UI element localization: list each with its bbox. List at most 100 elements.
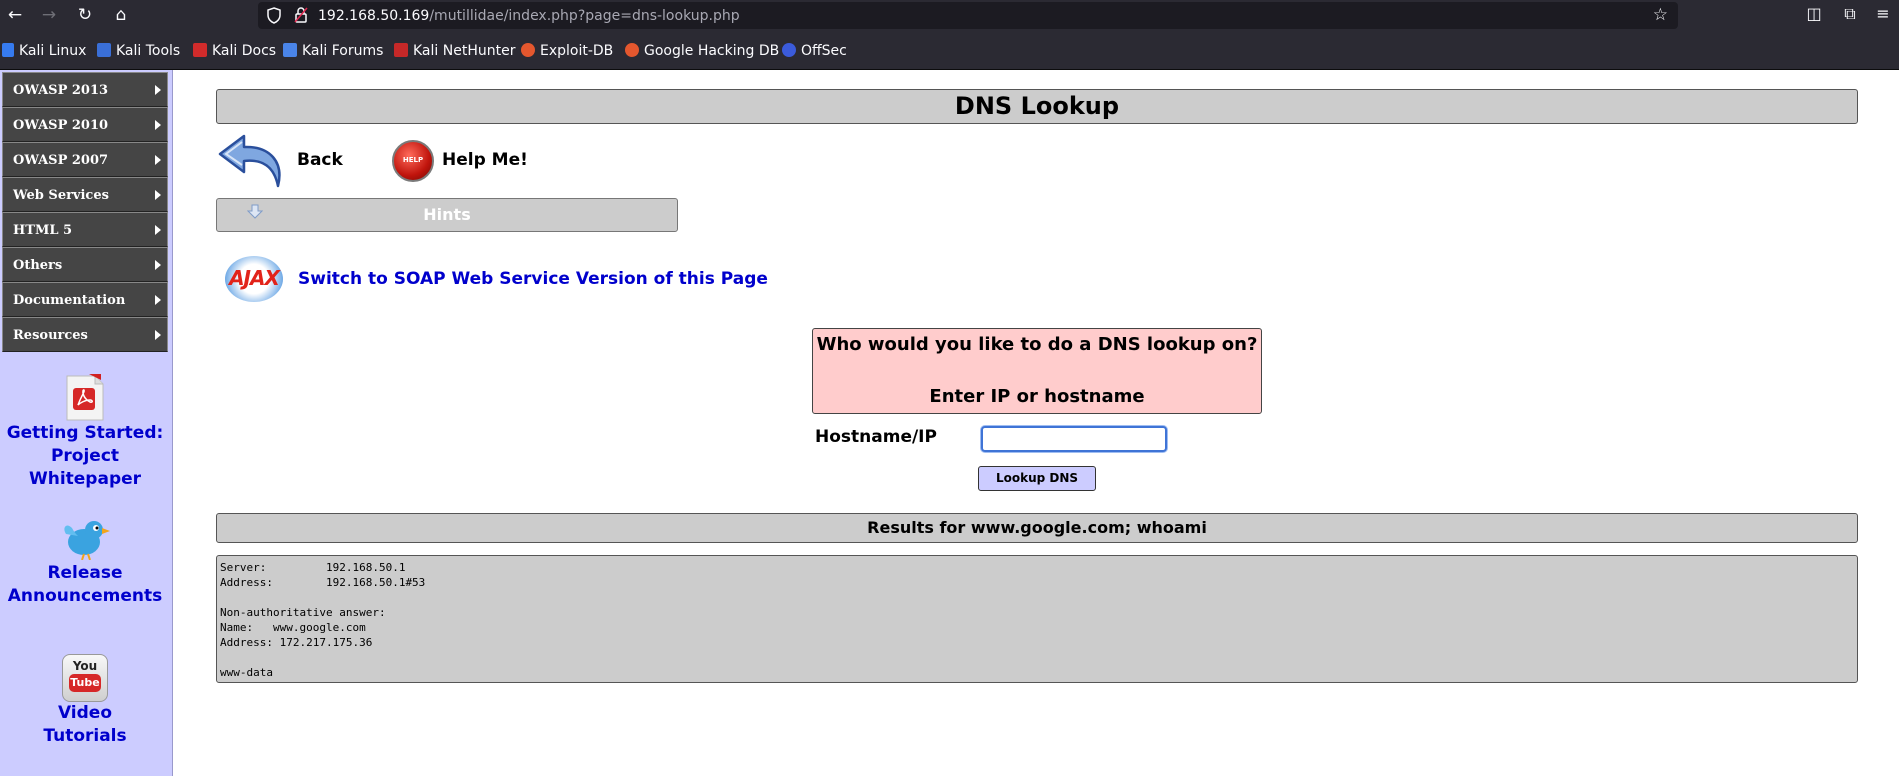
menu-item-documentation[interactable]: Documentation <box>2 282 168 317</box>
bookmark-label: Google Hacking DB <box>644 43 780 59</box>
results-title: Results for www.google.com; whoami <box>216 513 1858 543</box>
menu-item-label: HTML 5 <box>13 223 73 238</box>
whitepaper-link[interactable]: Getting Started: Project Whitepaper <box>0 422 170 491</box>
youtube-bottom-text: Tube <box>69 674 101 692</box>
bookmark-label: OffSec <box>801 43 847 59</box>
bookmark-kali-linux[interactable]: Kali Linux <box>2 42 86 60</box>
bookmark-exploit-db[interactable]: Exploit-DB <box>521 42 613 60</box>
down-arrow-icon <box>247 204 263 219</box>
video-tutorials-link[interactable]: Video Tutorials <box>0 702 170 748</box>
url-host: 192.168.50.169 <box>318 8 430 24</box>
bookmark-label: Exploit-DB <box>540 43 614 59</box>
hostname-label: Hostname/IP <box>815 427 937 447</box>
menu-item-resources[interactable]: Resources <box>2 317 168 352</box>
chevron-right-icon <box>155 225 161 235</box>
menu-item-label: OWASP 2010 <box>13 118 109 133</box>
bookmark-label: Kali Forums <box>302 43 384 59</box>
menu-item-label: Others <box>13 258 63 273</box>
help-badge-text: HELP <box>402 156 424 164</box>
whitepaper-line-1: Getting Started: <box>6 423 164 443</box>
whitepaper-line-2: Project Whitepaper <box>28 446 142 489</box>
video-line-2: Tutorials <box>43 726 127 746</box>
extensions-icon[interactable]: ⧉ <box>1839 4 1861 24</box>
release-announcements-link[interactable]: Release Announcements <box>0 562 170 608</box>
chevron-right-icon <box>155 85 161 95</box>
menu-item-owasp-2010[interactable]: OWASP 2010 <box>2 107 168 142</box>
chevron-right-icon <box>155 155 161 165</box>
hints-label: Hints <box>423 205 471 224</box>
soap-version-link[interactable]: Switch to SOAP Web Service Version of th… <box>298 269 768 289</box>
sidebar: OWASP 2013 OWASP 2010 OWASP 2007 Web Ser… <box>0 70 173 776</box>
home-icon[interactable]: ⌂ <box>110 4 132 26</box>
video-line-1: Video <box>57 703 113 723</box>
youtube-icon[interactable]: You Tube <box>62 654 108 702</box>
release-line-1: Release <box>47 563 123 583</box>
bookmarks-bar: Kali Linux Kali Tools Kali Docs Kali For… <box>0 30 1899 70</box>
address-bar[interactable]: 192.168.50.169/mutillidae/index.php?page… <box>258 2 1678 29</box>
chevron-right-icon <box>155 295 161 305</box>
menu-item-label: Web Services <box>13 188 109 203</box>
bookmark-offsec[interactable]: OffSec <box>782 42 847 60</box>
pocket-icon[interactable]: ◫ <box>1803 4 1825 23</box>
kali-dragon-icon <box>2 43 14 57</box>
prompt-question: Who would you like to do a DNS lookup on… <box>816 334 1258 355</box>
kali-nethunter-icon <box>394 43 408 57</box>
kali-forums-icon <box>283 43 297 57</box>
exploit-db-icon <box>521 43 535 57</box>
chevron-right-icon <box>155 190 161 200</box>
ghdb-icon <box>625 43 639 57</box>
menu-item-others[interactable]: Others <box>2 247 168 282</box>
menu-item-label: OWASP 2013 <box>13 83 109 98</box>
bookmark-kali-docs[interactable]: Kali Docs <box>193 42 276 60</box>
twitter-bird-icon[interactable] <box>60 514 110 560</box>
chevron-right-icon <box>155 330 161 340</box>
results-output: Server: 192.168.50.1 Address: 192.168.50… <box>216 555 1858 683</box>
help-me-link[interactable]: Help Me! <box>442 150 528 170</box>
menu-item-label: Documentation <box>13 293 126 308</box>
menu-item-owasp-2013[interactable]: OWASP 2013 <box>2 72 168 107</box>
chevron-right-icon <box>155 120 161 130</box>
menu-icon[interactable]: ≡ <box>1872 4 1894 23</box>
release-line-2: Announcements <box>7 586 163 606</box>
back-link[interactable]: Back <box>297 150 343 170</box>
prompt-instruction: Enter IP or hostname <box>929 386 1145 407</box>
kali-tools-icon <box>97 43 111 57</box>
page-title: DNS Lookup <box>216 89 1858 124</box>
bookmark-kali-nethunter[interactable]: Kali NetHunter <box>394 42 515 60</box>
bookmark-label: Kali NetHunter <box>413 43 516 59</box>
url-path: /mutillidae/index.php?page=dns-lookup.ph… <box>429 8 740 24</box>
back-arrow-icon[interactable]: ← <box>4 4 26 26</box>
bookmark-kali-forums[interactable]: Kali Forums <box>283 42 383 60</box>
bookmark-kali-tools[interactable]: Kali Tools <box>97 42 180 60</box>
url-text: 192.168.50.169/mutillidae/index.php?page… <box>318 8 740 24</box>
reload-icon[interactable]: ↻ <box>74 4 96 26</box>
ajax-logo-text: AJAX <box>229 266 280 290</box>
kali-docs-icon <box>193 43 207 57</box>
menu-item-owasp-2007[interactable]: OWASP 2007 <box>2 142 168 177</box>
browser-toolbar: ← → ↻ ⌂ 192.168.50.169/mutillidae/index.… <box>0 0 1899 30</box>
youtube-top-text: You <box>72 659 98 673</box>
chevron-right-icon <box>155 260 161 270</box>
dns-prompt-box: Who would you like to do a DNS lookup on… <box>812 328 1262 414</box>
menu-item-web-services[interactable]: Web Services <box>2 177 168 212</box>
bookmark-google-hacking-db[interactable]: Google Hacking DB <box>625 42 779 60</box>
bookmark-star-icon[interactable]: ☆ <box>1653 5 1668 25</box>
hints-toggle[interactable]: Hints <box>216 198 678 232</box>
menu-item-html5[interactable]: HTML 5 <box>2 212 168 247</box>
forward-arrow-icon[interactable]: → <box>38 4 60 26</box>
shield-icon <box>267 7 281 24</box>
page-content: OWASP 2013 OWASP 2010 OWASP 2007 Web Ser… <box>0 70 1899 776</box>
hostname-input[interactable] <box>981 426 1167 452</box>
help-button-icon[interactable]: HELP <box>392 140 434 182</box>
back-arrow-large-icon[interactable] <box>218 132 286 190</box>
ajax-logo-icon[interactable]: AJAX <box>221 252 285 304</box>
bookmark-label: Kali Docs <box>212 43 277 59</box>
bookmark-label: Kali Tools <box>116 43 181 59</box>
sidebar-menu: OWASP 2013 OWASP 2010 OWASP 2007 Web Ser… <box>2 72 168 352</box>
lookup-dns-button[interactable]: Lookup DNS <box>978 466 1096 491</box>
menu-item-label: Resources <box>13 328 88 343</box>
bookmark-label: Kali Linux <box>19 43 87 59</box>
pdf-icon[interactable] <box>63 374 107 422</box>
insecure-lock-icon <box>294 7 308 23</box>
menu-item-label: OWASP 2007 <box>13 153 109 168</box>
